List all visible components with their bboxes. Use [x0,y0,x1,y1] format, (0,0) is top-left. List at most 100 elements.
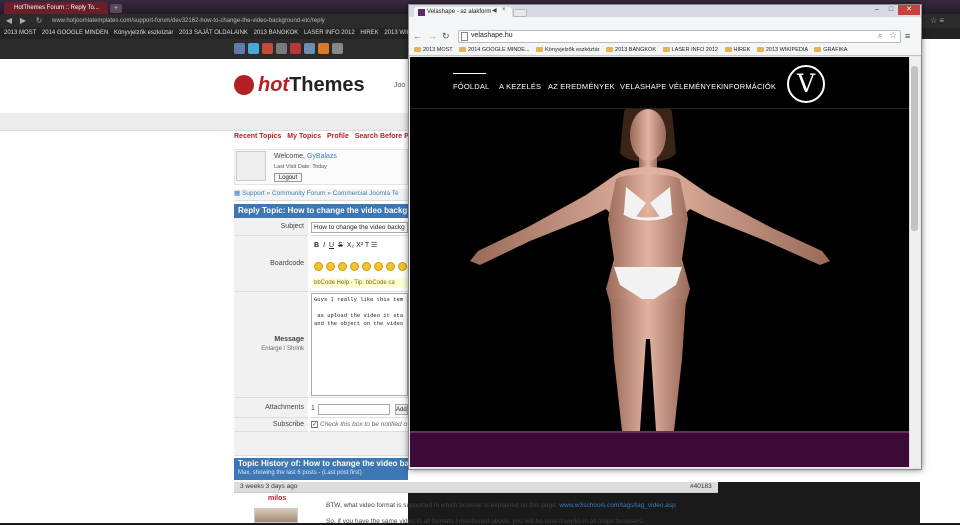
bookmark-star-icon[interactable]: ☆ [889,30,897,41]
bookmark-folder[interactable]: 2013 MOST [423,47,453,53]
menu-icon[interactable]: ≡ [905,31,910,41]
nav-reviews[interactable]: VELASHAPE VÉLEMÉNYEK [620,82,722,91]
w3schools-link[interactable]: www.w3schools.com/tags/tag_video.asp [559,502,675,509]
subscript-button[interactable]: X₂ [347,242,356,249]
back-bookmark[interactable]: 2013 BANGKOK [254,30,299,36]
nav-info[interactable]: INFORMÁCIÓK [721,82,776,91]
maximize-icon[interactable]: □ [884,5,898,15]
youtube-icon[interactable] [276,43,287,54]
back-address-bar[interactable]: www.hotjoomlatemplates.com/support-forum… [52,16,392,26]
back-bookmark[interactable]: 2013 MOST [4,30,36,36]
back-window-tab[interactable]: HotThemes Forum :: Reply To... [4,2,108,14]
bookmark-folder[interactable]: LASER INFO 2012 [672,47,718,53]
hotthemes-logo[interactable]: hotThemes [258,74,365,97]
back-bookmark[interactable]: HIREK [360,30,378,36]
back-arrow-icon[interactable]: ← [413,31,422,41]
back-new-tab-button[interactable]: + [110,4,122,13]
subscribe-checkbox[interactable]: ✓ [311,421,318,428]
bookmark-folder[interactable]: 2013 WIKIPEDIA [766,47,808,53]
bookmark-folder[interactable]: GRAFIKA [823,47,847,53]
forum-topnav: Recent Topics My Topics Profile Search B… [234,133,423,140]
back-bookmark[interactable]: 2014 GOOGLE MINDEN [42,30,108,36]
scrollbar-thumb[interactable] [911,66,918,231]
search-icon[interactable]: ⌕ [878,31,882,41]
my-topics-link[interactable]: My Topics [287,133,321,140]
post-username[interactable]: milos [268,495,286,502]
subject-label: Subject [234,218,308,236]
logout-button[interactable]: Logout [274,173,302,182]
back-forward-icon[interactable]: ▶ [18,16,28,26]
bookmark-folder[interactable]: HIREK [734,47,751,53]
minimize-icon[interactable]: – [870,5,884,15]
message-textarea[interactable]: Guys I really like this tem as upload th… [311,293,408,396]
twitter-icon[interactable] [248,43,259,54]
back-bookmark[interactable]: Könyvjelzők eszköztár [114,30,173,36]
social-bar [0,39,408,59]
googleplus-icon[interactable] [262,43,273,54]
pinterest-icon[interactable] [290,43,301,54]
address-bar[interactable] [458,30,901,43]
folder-icon [662,47,670,53]
emoticon-icon[interactable] [326,262,335,271]
forward-arrow-icon[interactable]: → [428,31,437,41]
front-tab[interactable]: Velashape - az alakform [414,7,512,17]
tab-close-icon[interactable]: × [502,7,506,13]
post-id[interactable]: #40183 [690,483,712,490]
linkedin-icon[interactable] [304,43,315,54]
add-attachment-button[interactable]: Add [395,404,408,415]
recent-topics-link[interactable]: Recent Topics [234,133,281,140]
nav-home[interactable]: FŐOLDAL [453,82,489,91]
emoticon-icon[interactable] [374,262,383,271]
emoticon-icon[interactable] [314,262,323,271]
last-visit: Last Visit Date: Today [274,164,327,170]
forum-page-right [920,39,960,523]
back-menu-icon[interactable]: ☆ ≡ [930,16,944,25]
emoticon-icon[interactable] [350,262,359,271]
audio-icon[interactable]: ◀ [492,7,497,14]
italic-button[interactable]: I [323,242,325,249]
post-text-2: So, if you have the same video in all fo… [326,518,645,525]
velashape-logo[interactable]: V [787,65,825,103]
reload-icon[interactable]: ↻ [442,31,450,42]
email-icon[interactable] [332,43,343,54]
bold-button[interactable]: B [314,242,319,249]
back-bookmark[interactable]: 2013 SAJÁT OLDALAINK [179,30,248,36]
subject-input[interactable]: How to change the video backg [311,222,408,233]
back-bookmark[interactable]: LASER INFO 2012 [304,30,355,36]
rss-icon[interactable] [318,43,329,54]
attachments-label: Attachments [234,398,308,418]
close-window-icon[interactable]: ✕ [898,5,920,15]
strike-button[interactable]: S [338,242,343,249]
emoticon-icon[interactable] [398,262,407,271]
post-avatar [254,508,298,523]
bookmark-folder[interactable]: 2013 BANGKOK [615,47,656,53]
list-button[interactable]: ☰ [371,242,377,249]
enlarge-shrink[interactable]: Enlarge / Shrink [234,346,304,352]
back-reload-icon[interactable]: ↻ [34,16,44,26]
post-text: BTW, what video format is supported in w… [326,502,676,509]
bbcode-toolbar: B I U S X₂ X² T ☰ [314,241,377,249]
nav-treatment[interactable]: A KEZELÉS [499,82,541,91]
bookmark-folder[interactable]: 2014 GOOGLE MINDE... [468,47,529,53]
home-icon[interactable]: ▦ [234,190,242,197]
new-tab-button[interactable] [513,9,527,17]
bookmark-folder[interactable]: Könyvjelzők eszköztár [545,47,599,53]
facebook-icon[interactable] [234,43,245,54]
address-url[interactable]: velashape.hu [471,32,513,39]
emoticon-icon[interactable] [386,262,395,271]
underline-button[interactable]: U [329,242,334,249]
attach-number: 1 [311,405,315,412]
emoticon-icon[interactable] [338,262,347,271]
breadcrumb[interactable]: ▦ Support » Community Forum » Commercial… [234,189,408,201]
hotthemes-logo-icon[interactable] [234,75,254,95]
submit-row [234,432,408,456]
nav-results[interactable]: AZ EREDMÉNYEK [548,82,615,91]
attachment-file-input[interactable] [318,404,390,415]
profile-link[interactable]: Profile [327,133,349,140]
body-figure-illustration [470,105,830,431]
superscript-button[interactable]: X² [356,242,365,249]
back-back-icon[interactable]: ◀ [4,16,14,26]
emoticon-icon[interactable] [362,262,371,271]
username-link[interactable]: GyBalazs [307,153,337,160]
top-nav-item[interactable]: Joo [394,82,405,89]
